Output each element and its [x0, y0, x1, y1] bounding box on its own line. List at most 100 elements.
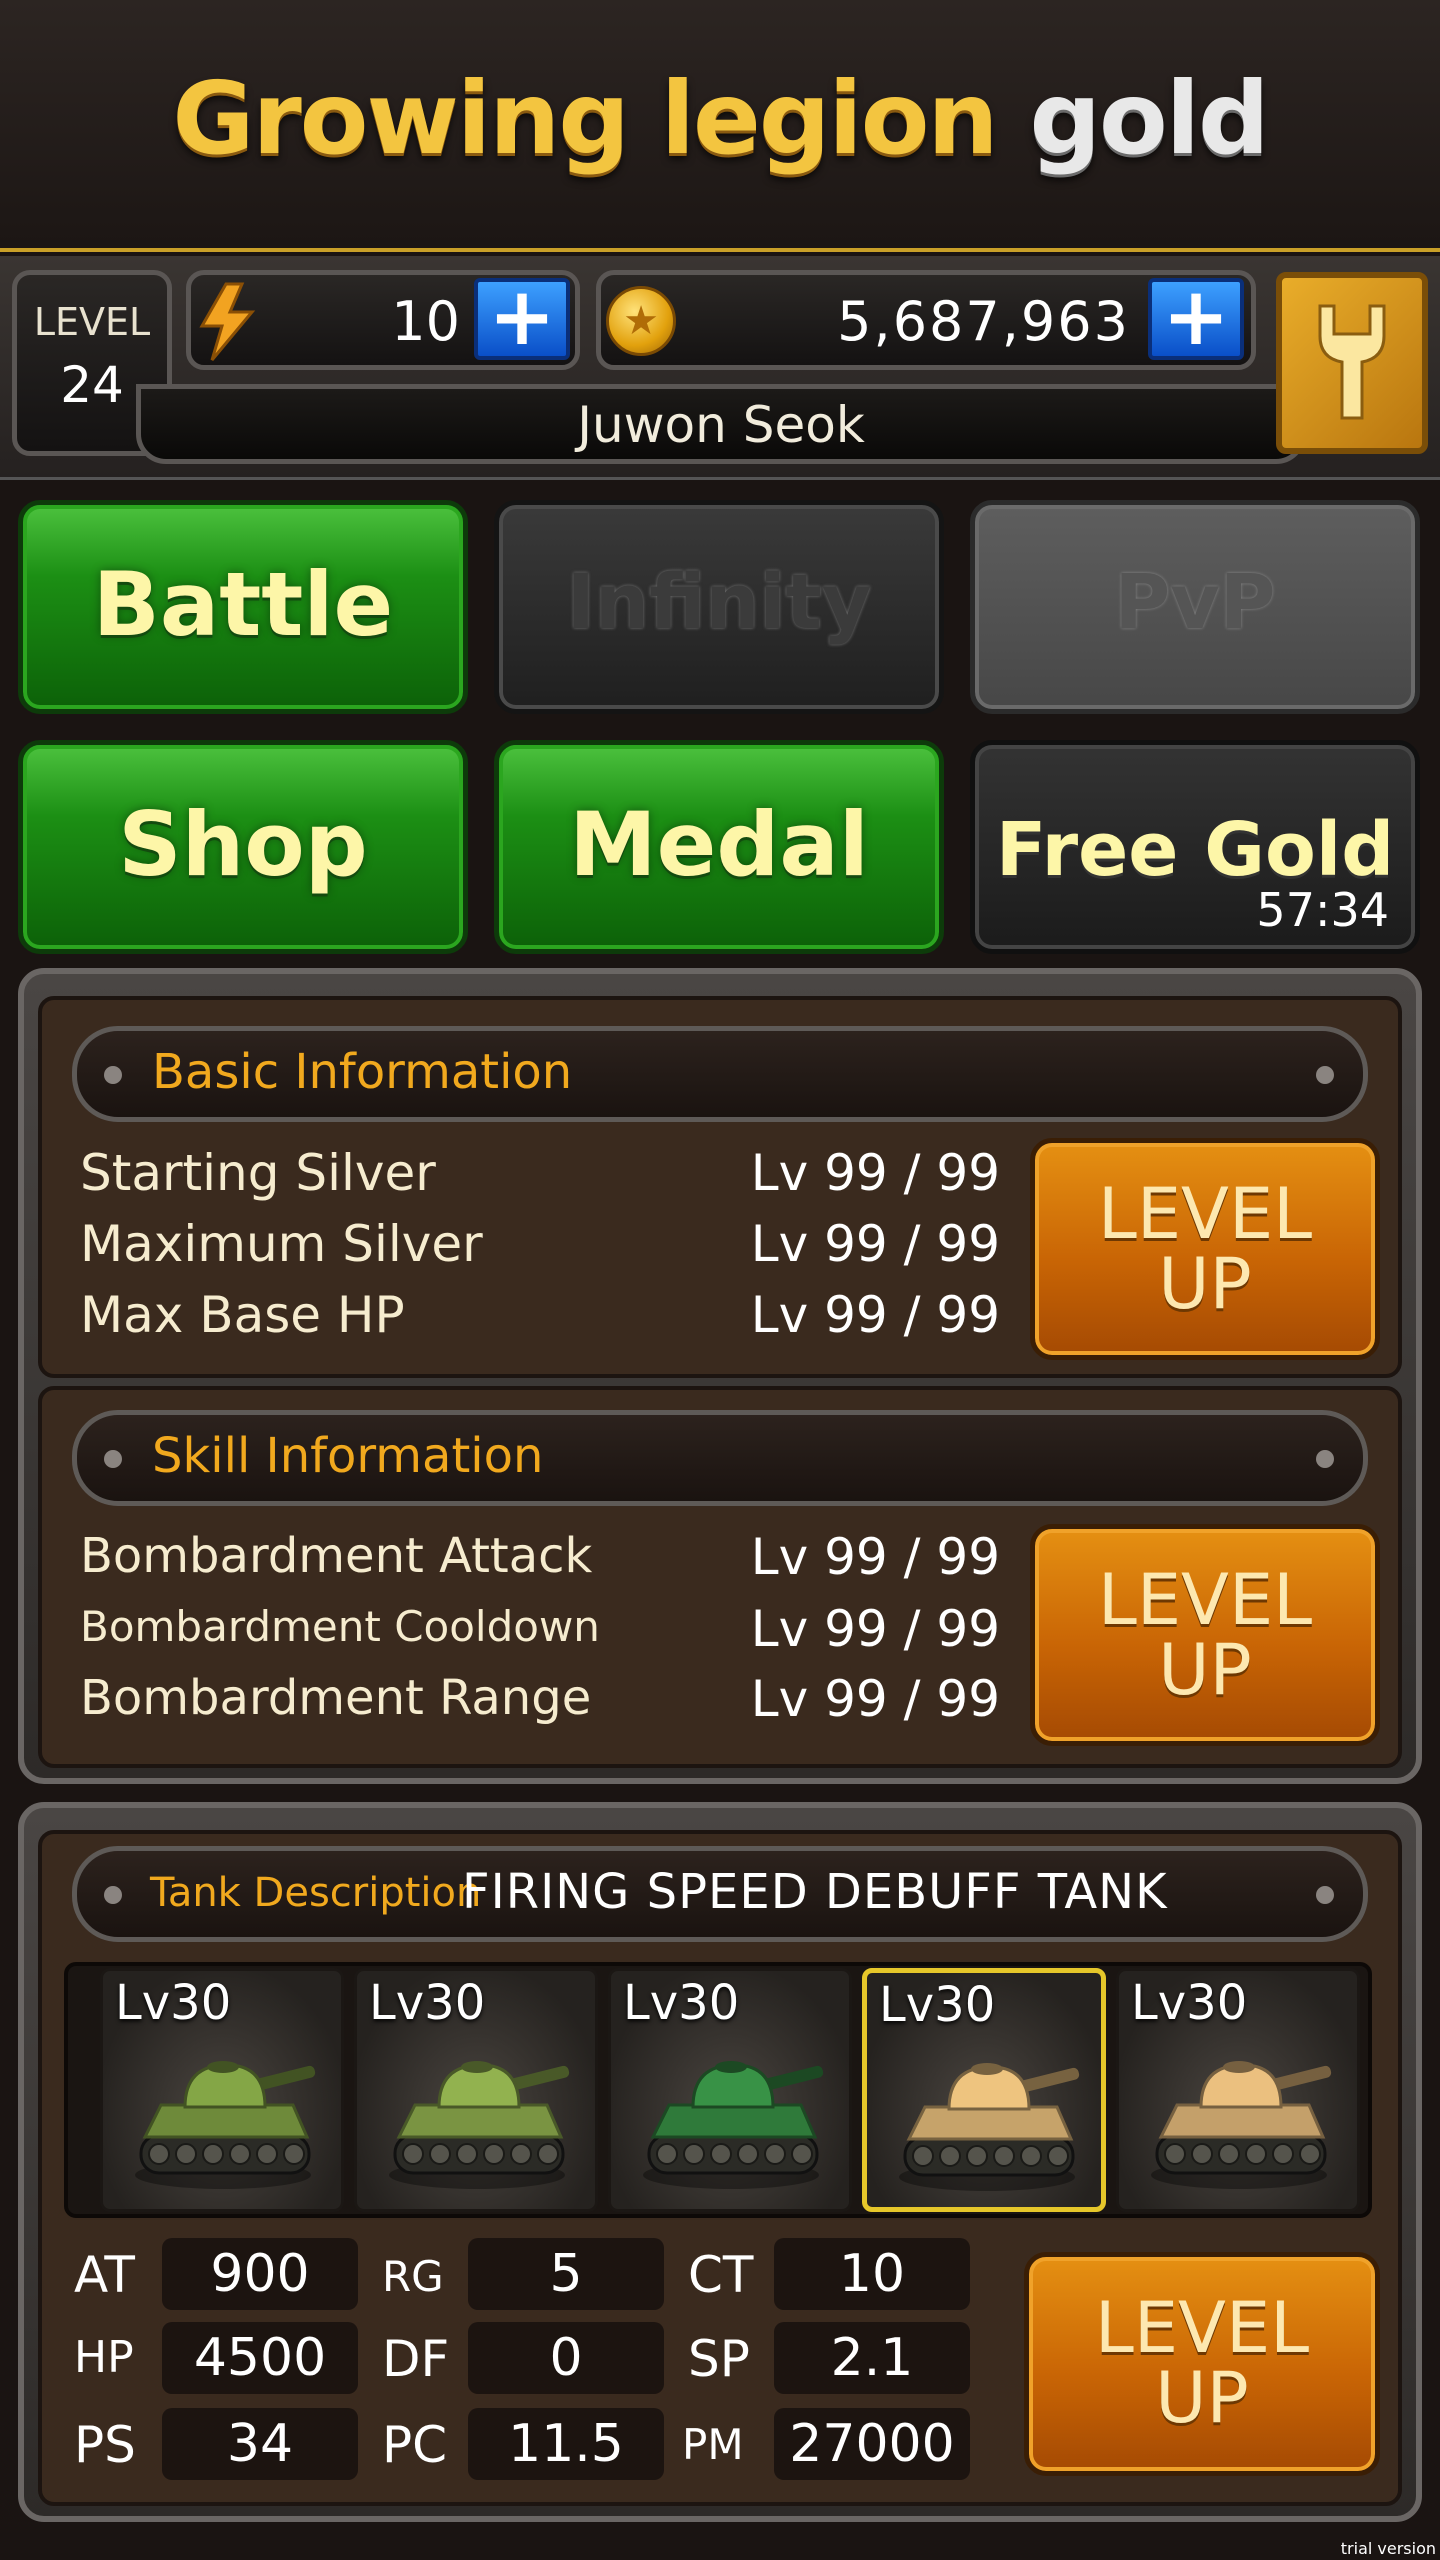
tank-level-up-button[interactable]: LEVEL UP — [1024, 2252, 1380, 2476]
free-gold-timer: 57:34 — [1256, 883, 1389, 937]
tank-wheel — [1245, 2143, 1267, 2165]
skill-row-value: Lv 99 / 99 — [750, 1670, 1000, 1728]
stat-label: HP — [74, 2332, 134, 2383]
tank-card[interactable]: Lv30 — [1116, 1968, 1360, 2212]
stat-label: PS — [74, 2416, 136, 2474]
tank-hatch — [1223, 2061, 1255, 2073]
tank-hatch — [461, 2061, 493, 2073]
add-gold-button[interactable]: + — [1148, 277, 1244, 360]
stat-value: 10 — [774, 2238, 970, 2310]
game-title-main: Growing legion — [172, 60, 998, 177]
tank-wheel — [737, 2143, 759, 2165]
infinity-button[interactable]: Infinity — [494, 500, 944, 714]
stat-row-label: Max Base HP — [80, 1286, 405, 1344]
player-name: Juwon Seok — [577, 396, 865, 454]
stat-label: RG — [382, 2252, 444, 2301]
tank-wheel — [939, 2145, 961, 2167]
tank-wheel — [1191, 2143, 1213, 2165]
tank-level: Lv30 — [623, 1975, 740, 2031]
tank-wheel — [710, 2143, 732, 2165]
stat-row-label: Maximum Silver — [80, 1215, 483, 1273]
lightning-bolt-icon — [199, 282, 256, 361]
stat-label: PC — [382, 2416, 448, 2474]
tank-description-label: Tank Description — [150, 1870, 482, 1916]
tank-wheel — [537, 2143, 559, 2165]
tank-icon — [135, 2061, 316, 2189]
tank-card[interactable]: Lv30 — [608, 1968, 852, 2212]
tank-hull — [142, 2103, 310, 2139]
free-gold-button[interactable]: Free Gold 57:34 — [970, 740, 1420, 954]
stat-label: AT — [74, 2246, 135, 2304]
tank-wheel — [993, 2145, 1015, 2167]
tank-wheel — [656, 2143, 678, 2165]
header-rivet-icon — [1316, 1450, 1334, 1468]
stat-value: 0 — [468, 2322, 664, 2394]
tank-description-value: FIRING SPEED DEBUFF TANK — [462, 1864, 1168, 1920]
tank-icon — [389, 2061, 570, 2189]
tank-wheel — [912, 2145, 934, 2167]
battle-button[interactable]: Battle — [18, 500, 468, 714]
tank-wheel — [429, 2143, 451, 2165]
tank-wheel — [483, 2143, 505, 2165]
shop-button[interactable]: Shop — [18, 740, 468, 954]
skill-level-up-button[interactable]: LEVEL UP — [1030, 1524, 1380, 1746]
tank-wheel — [229, 2143, 251, 2165]
header-rivet-icon — [1316, 1886, 1334, 1904]
watermark: trial version — [1340, 2539, 1436, 2558]
tank-wheel — [683, 2143, 705, 2165]
tank-wheel — [456, 2143, 478, 2165]
pvp-button[interactable]: PvP — [970, 500, 1420, 714]
tank-hull — [1158, 2103, 1326, 2139]
tank-wheel — [510, 2143, 532, 2165]
pvp-button-label: PvP — [1114, 557, 1276, 646]
tank-wheel — [1299, 2143, 1321, 2165]
stat-value: 2.1 — [774, 2322, 970, 2394]
medal-button[interactable]: Medal — [494, 740, 944, 954]
level-up-label: UP — [1158, 1243, 1252, 1325]
tank-wheel — [1047, 2145, 1069, 2167]
tank-wheel — [256, 2143, 278, 2165]
skill-row-value: Lv 99 / 99 — [750, 1600, 1000, 1658]
skill-info-title: Skill Information — [152, 1428, 544, 1484]
stat-row-value: Lv 99 / 99 — [750, 1286, 1000, 1344]
tank-card[interactable]: Lv30 — [862, 1968, 1106, 2212]
tank-hatch — [207, 2061, 239, 2073]
stat-label: DF — [382, 2330, 450, 2388]
gold-value: 5,687,963 — [837, 290, 1130, 353]
wrench-icon[interactable] — [1300, 296, 1404, 426]
tank-hatch — [715, 2061, 747, 2073]
add-energy-button[interactable]: + — [474, 277, 570, 360]
tank-card[interactable]: Lv30 — [100, 1968, 344, 2212]
stat-row-value: Lv 99 / 99 — [750, 1215, 1000, 1273]
tank-wheel — [1218, 2143, 1240, 2165]
tank-wheel — [202, 2143, 224, 2165]
skill-row-label: Bombardment Range — [80, 1670, 592, 1726]
tank-hull — [906, 2105, 1074, 2141]
tank-hull — [396, 2103, 564, 2139]
basic-info-title: Basic Information — [152, 1044, 573, 1100]
battle-button-label: Battle — [92, 553, 394, 656]
tank-hatch — [971, 2063, 1003, 2075]
tank-wheel — [148, 2143, 170, 2165]
header-rivet-icon — [104, 1066, 122, 1084]
basic-level-up-button[interactable]: LEVEL UP — [1030, 1138, 1380, 1360]
tank-icon — [643, 2061, 824, 2189]
tank-wheel — [791, 2143, 813, 2165]
stat-value: 900 — [162, 2238, 358, 2310]
level-label: LEVEL — [33, 300, 151, 344]
tank-wheel — [283, 2143, 305, 2165]
tank-wheel — [966, 2145, 988, 2167]
tank-card[interactable]: Lv30 — [354, 1968, 598, 2212]
tank-level: Lv30 — [115, 1975, 232, 2031]
game-title: Growing legion gold — [0, 60, 1440, 177]
plus-icon: + — [1162, 270, 1230, 363]
stat-label: CT — [688, 2246, 754, 2304]
free-gold-button-label: Free Gold — [995, 807, 1395, 893]
header-rivet-icon — [1316, 1066, 1334, 1084]
level-up-label: UP — [1155, 2357, 1249, 2439]
stat-value: 5 — [468, 2238, 664, 2310]
level-up-label: LEVEL — [1097, 1559, 1313, 1641]
stat-label: SP — [688, 2330, 750, 2388]
medal-button-label: Medal — [569, 793, 869, 896]
tank-wheel — [764, 2143, 786, 2165]
